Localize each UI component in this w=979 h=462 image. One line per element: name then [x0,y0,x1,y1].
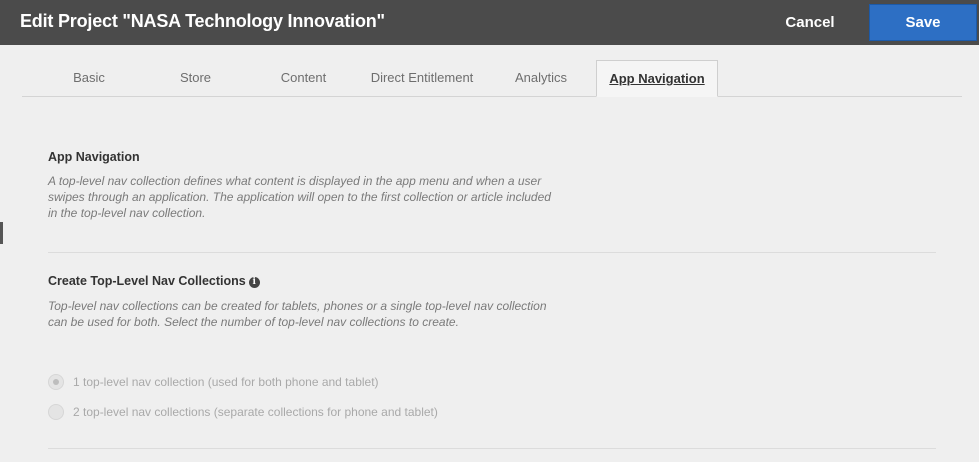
tab-app-navigation[interactable]: App Navigation [596,60,718,97]
top-level-nav-heading: Create Top-Level Nav Collections i [48,274,260,288]
app-navigation-heading: App Navigation [48,150,140,164]
section-divider-bottom [48,448,936,449]
window-edge-marker [0,222,3,244]
radio-label: 2 top-level nav collections (separate co… [73,405,438,419]
section-divider [48,252,936,253]
cancel-button[interactable]: Cancel [774,4,846,41]
radio-button-checked[interactable] [48,374,64,390]
tab-content[interactable]: Content [250,60,357,96]
tab-bar: Basic Store Content Direct Entitlement A… [22,60,962,97]
dialog-title: Edit Project "NASA Technology Innovation… [20,11,385,31]
info-icon[interactable]: i [248,277,260,288]
radio-option-one-collection[interactable]: 1 top-level nav collection (used for bot… [48,372,379,392]
tab-store[interactable]: Store [142,60,249,96]
radio-option-two-collections[interactable]: 2 top-level nav collections (separate co… [48,402,438,422]
dialog-header: Edit Project "NASA Technology Innovation… [0,0,979,45]
tab-basic[interactable]: Basic [22,60,156,96]
top-level-nav-description: Top-level nav collections can be created… [48,299,547,329]
edit-project-dialog: Edit Project "NASA Technology Innovation… [0,0,979,462]
radio-label: 1 top-level nav collection (used for bot… [73,375,379,389]
app-navigation-description: A top-level nav collection defines what … [48,174,551,220]
tab-analytics[interactable]: Analytics [496,60,586,96]
radio-button[interactable] [48,404,64,420]
tab-direct-entitlement[interactable]: Direct Entitlement [357,60,487,96]
top-level-nav-heading-text: Create Top-Level Nav Collections [48,274,246,288]
save-button[interactable]: Save [869,4,977,41]
